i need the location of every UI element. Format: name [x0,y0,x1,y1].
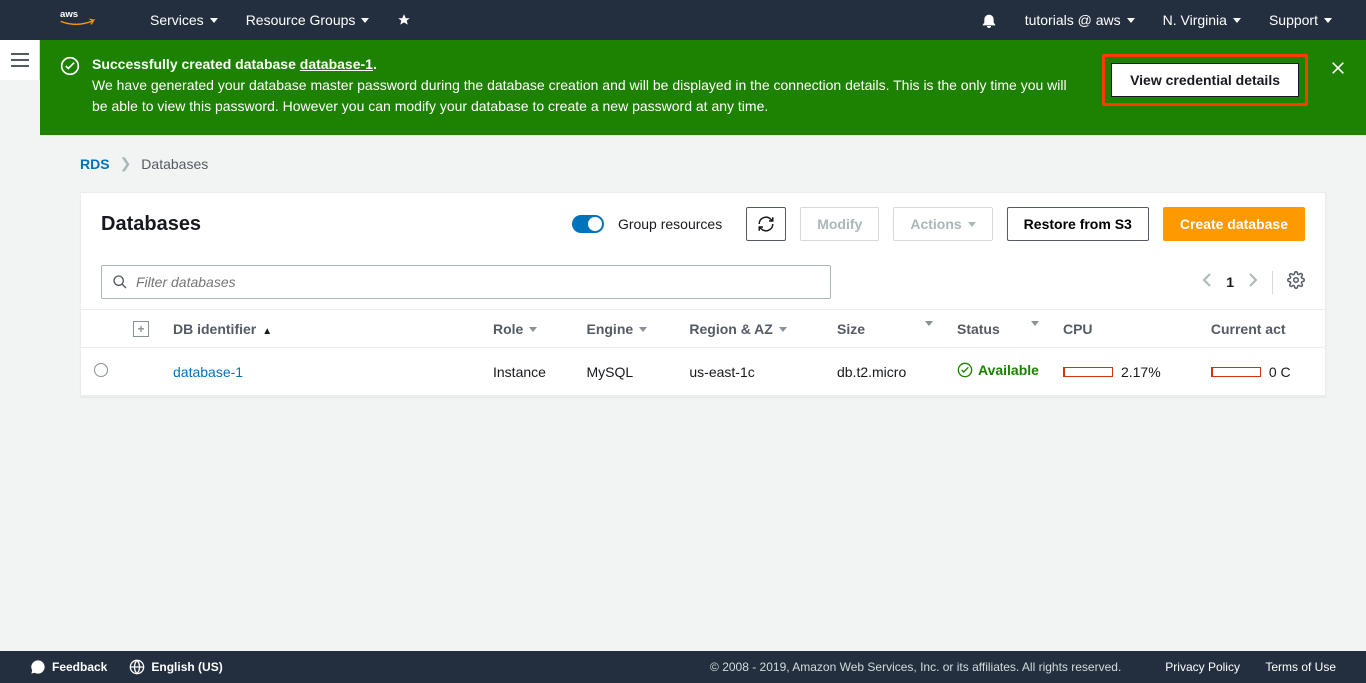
actions-button[interactable]: Actions [893,207,992,241]
chevron-down-icon [529,327,537,332]
col-status[interactable]: Status [945,310,1051,348]
col-db-identifier[interactable]: DB identifier▲ [161,310,481,348]
col-size[interactable]: Size [825,310,945,348]
svg-text:aws: aws [60,8,78,19]
success-banner: Successfully created database database-1… [40,40,1366,135]
chevron-down-icon [210,18,218,23]
chevron-right-icon: ❯ [120,155,132,172]
table-row: database-1 Instance MySQL us-east-1c db.… [81,348,1325,396]
language-selector[interactable]: English (US) [129,659,222,675]
chevron-down-icon [1324,18,1332,23]
chevron-down-icon [1031,321,1039,326]
refresh-button[interactable] [746,207,786,241]
modify-button[interactable]: Modify [800,207,879,241]
filter-bar: 1 [81,255,1325,309]
banner-title-prefix: Successfully created database [92,56,300,72]
close-icon[interactable] [1330,60,1346,81]
main-content: RDS ❯ Databases Databases Group resource… [40,135,1366,417]
group-resources-toggle[interactable] [572,215,604,233]
cell-engine: MySQL [574,348,677,396]
notifications-icon[interactable] [967,12,1011,28]
nav-resource-groups[interactable]: Resource Groups [232,12,384,28]
terms-link[interactable]: Terms of Use [1265,660,1336,674]
cell-size: db.t2.micro [825,348,945,396]
chevron-down-icon [1127,18,1135,23]
cell-region: us-east-1c [677,348,825,396]
top-nav: aws Services Resource Groups tutorials @… [0,0,1366,40]
privacy-link[interactable]: Privacy Policy [1165,660,1240,674]
success-check-icon [60,56,80,81]
status-available: Available [957,362,1039,378]
panel-title: Databases [101,213,558,236]
col-expand-header[interactable]: + [121,310,161,348]
chevron-down-icon [639,327,647,332]
banner-message: Successfully created database database-1… [92,54,1070,117]
sort-asc-icon: ▲ [262,326,272,337]
connections-meter: 0 C [1211,364,1291,380]
chevron-down-icon [968,222,976,227]
pagination: 1 [1202,271,1305,294]
nav-services[interactable]: Services [136,12,232,28]
page-prev[interactable] [1202,273,1212,292]
breadcrumb-current: Databases [141,156,208,172]
feedback-link[interactable]: Feedback [30,659,107,675]
banner-db-link[interactable]: database-1 [300,56,373,72]
view-credentials-button[interactable]: View credential details [1111,63,1299,97]
page-number: 1 [1226,274,1234,290]
pin-icon[interactable] [383,13,425,27]
search-input[interactable] [136,274,820,290]
databases-table: + DB identifier▲ Role Engine Region & AZ… [81,309,1325,396]
col-engine[interactable]: Engine [574,310,677,348]
nav-region[interactable]: N. Virginia [1149,12,1255,28]
search-icon [112,274,128,290]
restore-s3-button[interactable]: Restore from S3 [1007,207,1149,241]
create-database-button[interactable]: Create database [1163,207,1305,241]
chevron-down-icon [1233,18,1241,23]
col-current-act[interactable]: Current act [1199,310,1325,348]
col-cpu[interactable]: CPU [1051,310,1199,348]
footer: Feedback English (US) © 2008 - 2019, Ama… [0,651,1366,683]
db-name-link[interactable]: database-1 [173,364,243,380]
databases-panel: Databases Group resources Modify Actions… [80,192,1326,397]
search-box[interactable] [101,265,831,299]
group-resources-label: Group resources [618,216,722,232]
expand-all-icon[interactable]: + [133,321,149,337]
cell-role: Instance [481,348,574,396]
col-region[interactable]: Region & AZ [677,310,825,348]
settings-icon[interactable] [1272,271,1305,294]
banner-title-suffix: . [373,56,377,72]
page-next[interactable] [1248,273,1258,292]
chevron-down-icon [925,321,933,326]
sidebar-toggle[interactable] [0,40,40,80]
nav-support[interactable]: Support [1255,12,1346,28]
breadcrumb: RDS ❯ Databases [80,155,1326,172]
col-select [81,310,121,348]
cpu-meter: 2.17% [1063,364,1161,380]
nav-account[interactable]: tutorials @ aws [1011,12,1149,28]
banner-body: We have generated your database master p… [92,75,1070,117]
view-credentials-highlight: View credential details [1102,54,1308,106]
panel-header: Databases Group resources Modify Actions… [81,193,1325,255]
breadcrumb-root[interactable]: RDS [80,156,110,172]
col-role[interactable]: Role [481,310,574,348]
chevron-down-icon [779,327,787,332]
row-select-radio[interactable] [94,363,108,377]
chevron-down-icon [361,18,369,23]
copyright: © 2008 - 2019, Amazon Web Services, Inc.… [710,660,1121,674]
aws-logo[interactable]: aws [60,7,96,34]
